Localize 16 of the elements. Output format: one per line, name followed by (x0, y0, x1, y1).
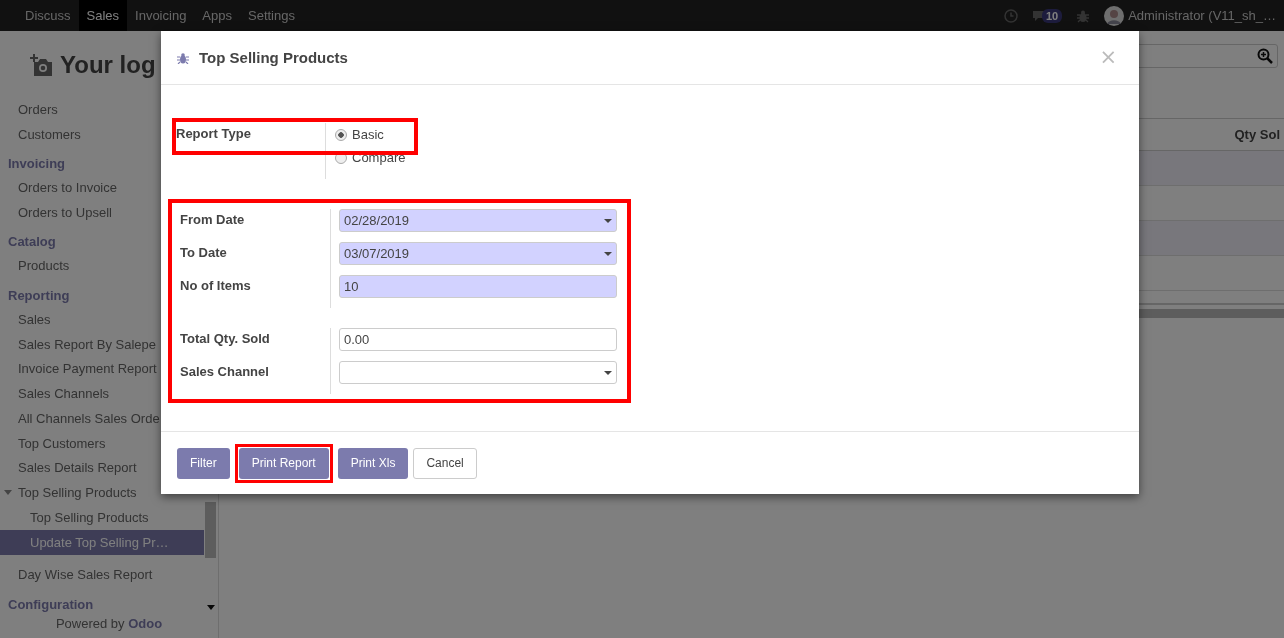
field-label: Total Qty. Sold (180, 330, 271, 348)
field-label: To Date (180, 244, 228, 262)
menu-section-heading: Catalog (8, 233, 56, 252)
powered-by-text: Powered by Odoo (54, 616, 164, 633)
field-label: No of Items (180, 277, 252, 295)
message-count: 10 (1041, 8, 1063, 23)
menu-section-heading: Reporting (8, 286, 70, 305)
menu-section-heading: Configuration (8, 595, 94, 614)
field-label: Sales Channel (180, 363, 270, 381)
logo-text: Your log (60, 51, 156, 79)
dialog-title: Top Selling Products (199, 49, 349, 66)
field-label: Report Type (176, 123, 326, 179)
column-header: Qty Sol (1234, 127, 1280, 142)
menu-section-heading: Invoicing (8, 154, 66, 173)
field-label: From Date (180, 211, 246, 229)
user-name: Administrator (V11_sh_… (1128, 8, 1276, 23)
